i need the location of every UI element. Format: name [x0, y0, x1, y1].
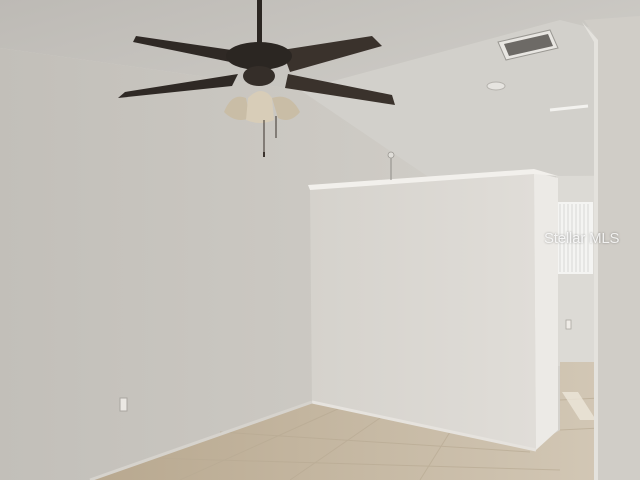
room-photo: Stellar MLS: [0, 0, 640, 480]
watermark-text: Stellar MLS: [544, 230, 620, 247]
smoke-detector-icon: [486, 81, 506, 91]
wall-fixture-mount: [387, 151, 395, 159]
electrical-outlet-icon: [119, 397, 128, 412]
half-wall-side: [534, 172, 558, 450]
hall-outlet: [565, 319, 572, 330]
